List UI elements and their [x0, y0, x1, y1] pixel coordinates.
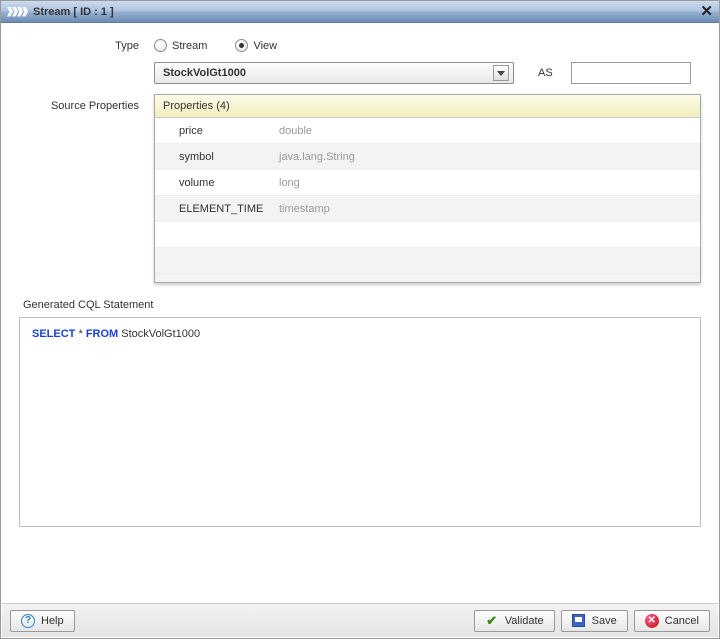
check-icon: ✔ [485, 614, 499, 628]
type-label: Type [19, 40, 154, 52]
property-type: java.lang.String [279, 151, 355, 163]
save-button[interactable]: Save [561, 610, 628, 632]
properties-header[interactable]: Properties (4) [155, 95, 700, 118]
radio-label-stream: Stream [172, 40, 207, 52]
source-properties-label: Source Properties [19, 94, 154, 112]
table-row [155, 222, 700, 248]
property-name: symbol [179, 151, 279, 163]
cancel-icon: ✕ [645, 614, 659, 628]
table-footer [155, 274, 700, 282]
help-button[interactable]: ? Help [10, 610, 75, 632]
button-label: Cancel [665, 615, 699, 627]
cql-text: * [75, 328, 85, 340]
radio-icon [235, 39, 248, 52]
dialog-footer: ? Help ✔ Validate Save ✕ Cancel [2, 603, 718, 637]
table-row[interactable]: ELEMENT_TIME timestamp [155, 196, 700, 222]
button-label: Help [41, 615, 64, 627]
button-label: Validate [505, 615, 544, 627]
property-name: price [179, 125, 279, 137]
property-name: ELEMENT_TIME [179, 203, 279, 215]
radio-icon [154, 39, 167, 52]
table-row[interactable]: price double [155, 118, 700, 144]
table-row[interactable]: volume long [155, 170, 700, 196]
generated-cql-label: Generated CQL Statement [23, 299, 701, 311]
cql-keyword: SELECT [32, 328, 75, 340]
stream-icon [7, 7, 27, 17]
property-type: double [279, 125, 312, 137]
window-title: Stream [ ID : 1 ] [33, 6, 114, 18]
close-icon[interactable]: ✕ [700, 4, 713, 19]
save-icon [572, 614, 585, 627]
cql-keyword: FROM [86, 328, 118, 340]
cancel-button[interactable]: ✕ Cancel [634, 610, 710, 632]
property-type: long [279, 177, 300, 189]
source-select[interactable]: StockVolGt1000 [154, 62, 514, 84]
cql-statement-box[interactable]: SELECT * FROM StockVolGt1000 [19, 317, 701, 527]
as-label: AS [538, 67, 553, 79]
title-bar: Stream [ ID : 1 ] ✕ [1, 1, 719, 23]
cql-text: StockVolGt1000 [118, 328, 200, 340]
help-icon: ? [21, 614, 35, 628]
table-row [155, 248, 700, 274]
alias-input[interactable] [571, 62, 691, 84]
type-radio-stream[interactable]: Stream [154, 39, 207, 52]
select-value: StockVolGt1000 [163, 67, 246, 79]
validate-button[interactable]: ✔ Validate [474, 610, 555, 632]
chevron-down-icon [493, 65, 509, 81]
properties-table: Properties (4) price double symbol java.… [154, 94, 701, 283]
property-name: volume [179, 177, 279, 189]
property-type: timestamp [279, 203, 330, 215]
radio-label-view: View [253, 40, 277, 52]
type-radio-view[interactable]: View [235, 39, 277, 52]
table-row[interactable]: symbol java.lang.String [155, 144, 700, 170]
button-label: Save [592, 615, 617, 627]
